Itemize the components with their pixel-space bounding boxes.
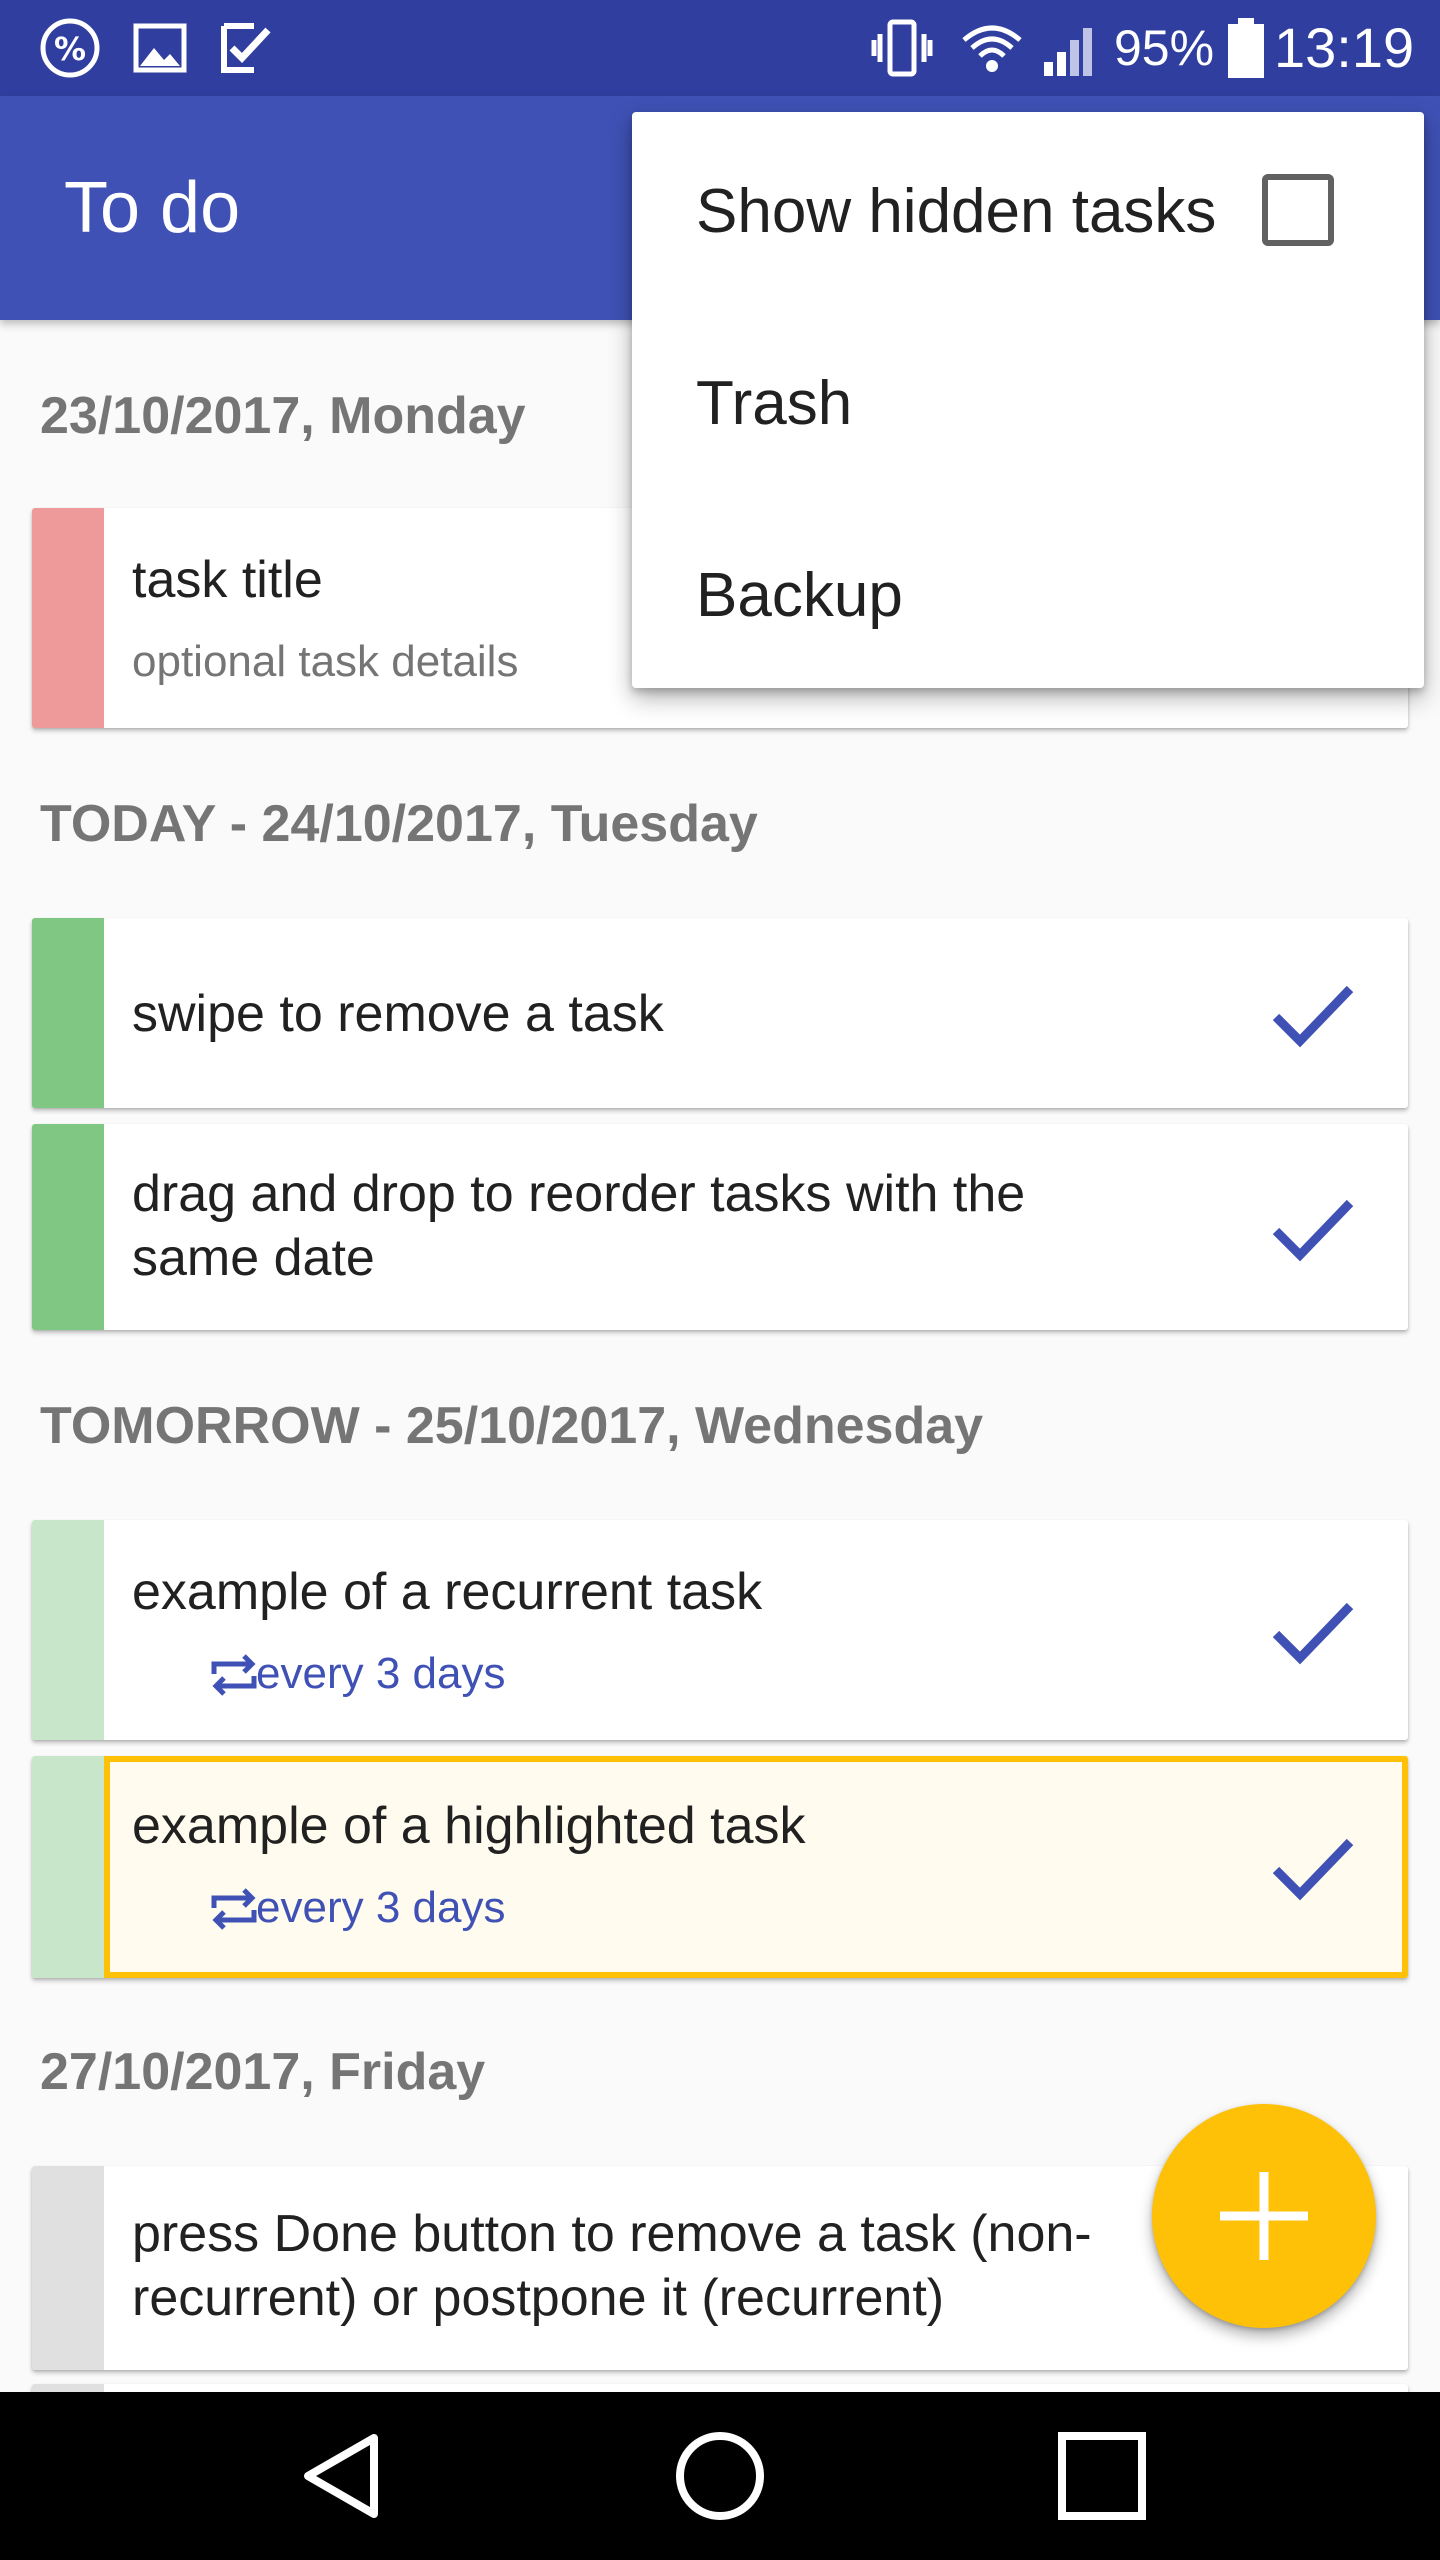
battery-percent: 95% (1114, 20, 1215, 76)
svg-text:%: % (54, 30, 86, 68)
check-icon[interactable] (1264, 1818, 1360, 1914)
signal-icon (1044, 28, 1092, 76)
task-title: task title (132, 551, 323, 609)
section-header-tomorrow: TOMORROW - 25/10/2017, Wednesday (40, 1397, 984, 1455)
task-color-bar (32, 2166, 104, 2370)
overflow-menu: Show hidden tasks Trash Backup (632, 112, 1424, 688)
check-icon[interactable] (1264, 965, 1360, 1061)
task-color-bar (32, 918, 104, 1108)
menu-item-trash[interactable]: Trash (632, 304, 1424, 496)
image-icon (133, 23, 187, 73)
check-icon[interactable] (1264, 1582, 1360, 1678)
task-color-bar (32, 1520, 104, 1740)
task-title-line: same date (132, 1229, 375, 1287)
status-bar: % 95% 13:19 (0, 0, 1440, 96)
menu-item-show-hidden-tasks[interactable]: Show hidden tasks (632, 112, 1424, 304)
task-color-bar (32, 508, 104, 728)
section-header-today: TODAY - 24/10/2017, Tuesday (40, 795, 758, 853)
menu-item-label: Backup (696, 561, 903, 630)
section-header-date: 23/10/2017, Monday (40, 387, 526, 445)
menu-item-backup[interactable]: Backup (632, 496, 1424, 688)
highlight-frame (104, 1756, 1408, 1978)
task-color-bar (32, 1124, 104, 1330)
battery-icon (1228, 18, 1264, 78)
task-title-line: press Done button to remove a task (non- (132, 2205, 1092, 2263)
task-title: example of a recurrent task (132, 1563, 763, 1621)
section-header-date: 27/10/2017, Friday (40, 2043, 486, 2101)
task-card[interactable]: swipe to remove a task (32, 918, 1408, 1108)
task-recurrence: every 3 days (256, 1883, 506, 1932)
wifi-icon (962, 25, 1022, 72)
task-card[interactable]: drag and drop to reorder tasks with the … (32, 1124, 1408, 1330)
home-icon[interactable] (668, 2424, 772, 2528)
task-details: optional task details (132, 637, 519, 686)
menu-item-label: Trash (696, 369, 853, 438)
task-title-line: recurrent) or postpone it (recurrent) (132, 2269, 945, 2327)
task-card[interactable]: example of a recurrent task every 3 days (32, 1520, 1408, 1740)
task-title: swipe to remove a task (132, 985, 664, 1043)
clock: 13:19 (1274, 16, 1415, 79)
repeat-icon (211, 1654, 257, 1696)
show-hidden-tasks-checkbox[interactable] (1262, 174, 1334, 246)
navigation-bar (0, 2392, 1440, 2560)
percent-icon: % (40, 18, 100, 78)
screen: % 95% 13:19 To do 23/10/2017, Monday tas… (0, 0, 1440, 2560)
check-icon[interactable] (1264, 1179, 1360, 1275)
back-icon[interactable] (290, 2424, 394, 2528)
app-title: To do (64, 168, 241, 248)
recents-icon[interactable] (1050, 2424, 1154, 2528)
repeat-icon (211, 1888, 257, 1930)
plus-icon (1220, 2172, 1308, 2260)
task-card-highlighted[interactable]: example of a highlighted task every 3 da… (32, 1756, 1408, 1978)
vibrate-icon (871, 19, 933, 77)
task-recurrence: every 3 days (256, 1649, 506, 1698)
task-title-line: drag and drop to reorder tasks with the (132, 1165, 1026, 1223)
task-color-bar (32, 1756, 104, 1978)
task-title: example of a highlighted task (132, 1797, 806, 1855)
add-task-button[interactable] (1152, 2104, 1376, 2328)
menu-item-label: Show hidden tasks (696, 177, 1217, 246)
checklist-icon (221, 23, 271, 73)
